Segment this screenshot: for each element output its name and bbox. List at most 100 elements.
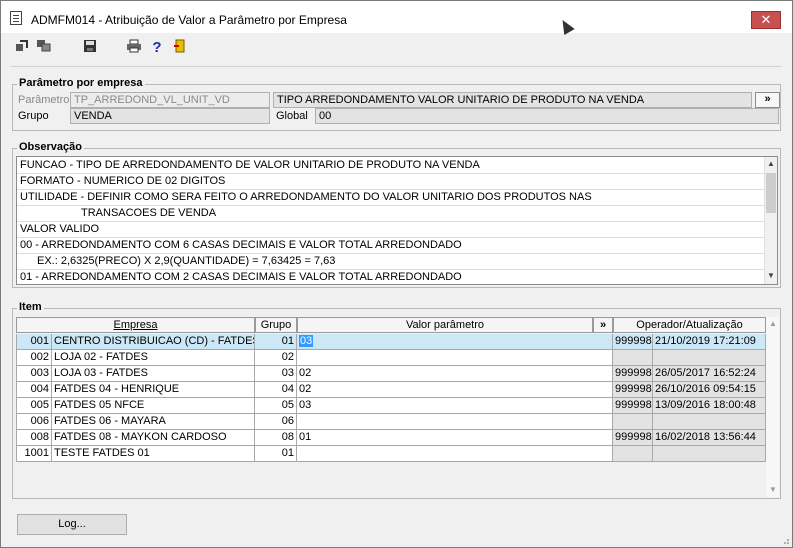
cell-data[interactable] xyxy=(653,414,766,430)
cell-valor[interactable]: 02 xyxy=(297,366,613,382)
cell-cod[interactable]: 1001 xyxy=(16,446,52,462)
global-field[interactable]: 00 xyxy=(315,108,779,124)
parametro-field[interactable]: TP_ARREDOND_VL_UNIT_VD xyxy=(70,92,270,108)
cell-data[interactable] xyxy=(653,350,766,366)
cell-data[interactable]: 16/02/2018 13:56:44 xyxy=(653,430,766,446)
cell-data[interactable]: 26/10/2016 09:54:15 xyxy=(653,382,766,398)
toolbar-divider xyxy=(11,66,781,67)
column-header-grupo[interactable]: Grupo xyxy=(255,317,297,333)
cell-data[interactable]: 21/10/2019 17:21:09 xyxy=(653,334,766,350)
main-window: ADMFM014 - Atribuição de Valor a Parâmet… xyxy=(0,0,793,548)
copy-icon[interactable] xyxy=(35,39,53,57)
observacao-section-title: Observação xyxy=(17,141,84,153)
column-header-valor[interactable]: Valor parâmetro xyxy=(297,317,593,333)
scroll-up-icon[interactable]: ▲ xyxy=(767,159,775,168)
arrow-out-icon[interactable] xyxy=(13,39,31,57)
column-header-empresa[interactable]: Empresa xyxy=(16,317,255,333)
cell-grupo[interactable]: 04 xyxy=(255,382,297,398)
memo-divider xyxy=(17,221,766,222)
grupo-field[interactable]: VENDA xyxy=(70,108,270,124)
parametro-label: Parâmetro xyxy=(18,94,70,106)
cell-empresa[interactable]: LOJA 03 - FATDES xyxy=(52,366,255,382)
cell-empresa[interactable]: FATDES 05 NFCE xyxy=(52,398,255,414)
exit-door-icon[interactable] xyxy=(171,39,189,57)
cell-grupo[interactable]: 02 xyxy=(255,350,297,366)
observacao-line: FUNCAO - TIPO DE ARREDONDAMENTO DE VALOR… xyxy=(20,159,480,171)
cell-cod[interactable]: 005 xyxy=(16,398,52,414)
cell-empresa[interactable]: CENTRO DISTRIBUICAO (CD) - FATDES xyxy=(52,334,255,350)
cell-operador[interactable] xyxy=(613,350,653,366)
item-grid-scrollbar[interactable]: ▲ ▼ xyxy=(766,317,779,497)
grupo-label: Grupo xyxy=(18,110,49,122)
observacao-line: UTILIDADE - DEFINIR COMO SERA FEITO O AR… xyxy=(20,191,592,203)
scroll-thumb[interactable] xyxy=(766,173,776,213)
scroll-up-icon[interactable]: ▲ xyxy=(769,319,777,328)
cell-valor[interactable] xyxy=(297,446,613,462)
cell-data[interactable] xyxy=(653,446,766,462)
print-icon[interactable] xyxy=(125,39,143,57)
cell-valor[interactable]: 01 xyxy=(297,430,613,446)
cell-empresa[interactable]: TESTE FATDES 01 xyxy=(52,446,255,462)
cell-operador[interactable]: 999998 xyxy=(613,382,653,398)
observacao-scrollbar[interactable]: ▲ ▼ xyxy=(764,157,777,284)
cell-valor[interactable] xyxy=(297,350,613,366)
cell-operador[interactable]: 999998 xyxy=(613,430,653,446)
cell-empresa[interactable]: FATDES 06 - MAYARA xyxy=(52,414,255,430)
cell-empresa[interactable]: FATDES 08 - MAYKON CARDOSO xyxy=(52,430,255,446)
observacao-group: Observação FUNCAO - TIPO DE ARREDONDAMEN… xyxy=(12,141,781,288)
mouse-cursor-icon xyxy=(557,16,575,36)
parametro-descricao-field[interactable]: TIPO ARREDONDAMENTO VALOR UNITARIO DE PR… xyxy=(273,92,752,108)
observacao-memo[interactable]: FUNCAO - TIPO DE ARREDONDAMENTO DE VALOR… xyxy=(16,156,778,285)
cell-valor[interactable] xyxy=(297,414,613,430)
window-title: ADMFM014 - Atribuição de Valor a Parâmet… xyxy=(31,13,347,27)
observacao-line: 00 - ARREDONDAMENTO COM 6 CASAS DECIMAIS… xyxy=(20,239,462,251)
cell-data[interactable]: 13/09/2016 18:00:48 xyxy=(653,398,766,414)
resize-grip-icon[interactable] xyxy=(780,535,790,545)
global-label: Global xyxy=(276,110,308,122)
help-icon[interactable]: ? xyxy=(148,39,166,57)
cell-grupo[interactable]: 01 xyxy=(255,446,297,462)
column-more-button[interactable]: » xyxy=(593,317,613,333)
save-icon[interactable] xyxy=(81,39,99,57)
selected-value[interactable]: 03 xyxy=(299,335,314,347)
cell-grupo[interactable]: 05 xyxy=(255,398,297,414)
cell-empresa[interactable]: LOJA 02 - FATDES xyxy=(52,350,255,366)
cell-operador[interactable] xyxy=(613,446,653,462)
cell-operador[interactable] xyxy=(613,414,653,430)
cell-grupo[interactable]: 03 xyxy=(255,366,297,382)
cell-operador[interactable]: 999998 xyxy=(613,334,653,350)
observacao-line: FORMATO - NUMERICO DE 02 DIGITOS xyxy=(20,175,226,187)
cell-data[interactable]: 26/05/2017 16:52:24 xyxy=(653,366,766,382)
cell-empresa[interactable]: FATDES 04 - HENRIQUE xyxy=(52,382,255,398)
close-button[interactable]: ✕ xyxy=(751,11,781,29)
cell-cod[interactable]: 006 xyxy=(16,414,52,430)
cell-valor[interactable]: 03 xyxy=(297,334,613,350)
cell-grupo[interactable]: 06 xyxy=(255,414,297,430)
title-bar: ADMFM014 - Atribuição de Valor a Parâmet… xyxy=(1,1,792,36)
cell-cod[interactable]: 003 xyxy=(16,366,52,382)
cell-cod[interactable]: 001 xyxy=(16,334,52,350)
cell-grupo[interactable]: 08 xyxy=(255,430,297,446)
cell-grupo[interactable]: 01 xyxy=(255,334,297,350)
item-grid: Empresa Grupo Valor parâmetro » Operador… xyxy=(16,317,767,462)
document-icon xyxy=(10,11,22,25)
scroll-down-icon[interactable]: ▼ xyxy=(769,485,777,494)
cell-cod[interactable]: 008 xyxy=(16,430,52,446)
cell-valor[interactable]: 03 xyxy=(297,398,613,414)
log-button[interactable]: Log... xyxy=(17,514,127,535)
cell-valor[interactable]: 02 xyxy=(297,382,613,398)
column-header-operador[interactable]: Operador/Atualização xyxy=(613,317,766,333)
cell-operador[interactable]: 999998 xyxy=(613,366,653,382)
scroll-down-icon[interactable]: ▼ xyxy=(767,271,775,280)
parametro-section-title: Parâmetro por empresa xyxy=(17,77,145,89)
parametro-group: Parâmetro por empresa Parâmetro TP_ARRED… xyxy=(12,77,781,131)
observacao-line: EX.: 2,6325(PRECO) X 2,9(QUANTIDADE) = 7… xyxy=(37,255,336,267)
item-group: Item Empresa Grupo Valor parâmetro » Ope… xyxy=(12,301,781,499)
cell-cod[interactable]: 002 xyxy=(16,350,52,366)
parametro-more-button[interactable]: » xyxy=(755,92,780,108)
observacao-line: 01 - ARREDONDAMENTO COM 2 CASAS DECIMAIS… xyxy=(20,271,462,283)
toolbar: ? xyxy=(11,39,211,59)
cell-cod[interactable]: 004 xyxy=(16,382,52,398)
observacao-line: VALOR VALIDO xyxy=(20,223,100,235)
cell-operador[interactable]: 999998 xyxy=(613,398,653,414)
